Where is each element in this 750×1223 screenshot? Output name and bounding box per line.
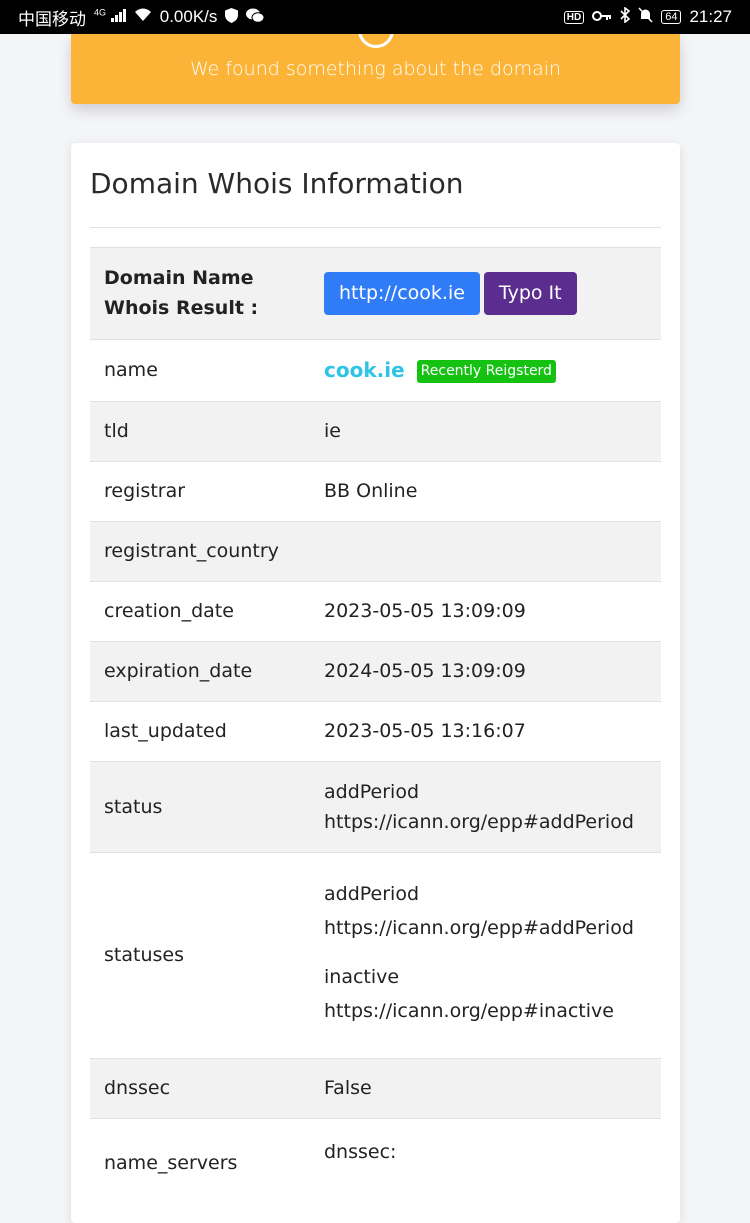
domain-name: cook.ie xyxy=(324,358,405,383)
table-row: registrar BB Online xyxy=(90,461,661,522)
row-key: name xyxy=(90,339,310,402)
whois-card: Domain Whois Information Domain Name Who… xyxy=(71,143,680,1223)
status-name: addPeriod xyxy=(324,883,420,906)
row-key: tld xyxy=(90,401,310,462)
banner-message: We found something about the domain xyxy=(189,58,562,80)
row-key: creation_date xyxy=(90,581,310,642)
row-value: 2024-05-05 13:09:09 xyxy=(310,641,661,702)
card-title: Domain Whois Information xyxy=(90,167,464,200)
row-key: last_updated xyxy=(90,701,310,762)
table-row: last_updated 2023-05-05 13:16:07 xyxy=(90,701,661,762)
row-value: dnssec: xyxy=(310,1118,661,1201)
row-value: 2023-05-05 13:16:07 xyxy=(310,701,661,762)
result-label: Domain Name Whois Result : xyxy=(104,267,259,319)
table-row: name cook.ie Recently Reigsterd xyxy=(90,339,661,402)
table-row: dnssec False xyxy=(90,1058,661,1119)
row-key: expiration_date xyxy=(90,641,310,702)
status-bar: 中国移动 4G 0.00K/s HD 64 21:27 xyxy=(0,0,750,34)
typo-it-button[interactable]: Typo It xyxy=(483,272,577,315)
table-row: registrant_country xyxy=(90,521,661,582)
clock: 21:27 xyxy=(689,7,732,26)
carrier-label: 中国移动 xyxy=(18,9,86,29)
row-value: cook.ie Recently Reigsterd xyxy=(310,339,661,402)
battery-icon: 64 xyxy=(661,10,682,24)
shield-icon xyxy=(225,7,239,27)
row-key: dnssec xyxy=(90,1058,310,1119)
table-row: tld ie xyxy=(90,401,661,462)
table-row: Domain Name Whois Result : http://cook.i… xyxy=(90,247,661,340)
row-value: addPeriod https://icann.org/epp#addPerio… xyxy=(310,852,661,1059)
alert-icon xyxy=(357,34,394,48)
table-row: statuses addPeriod https://icann.org/epp… xyxy=(90,852,661,1059)
status-badge: Recently Reigsterd xyxy=(416,360,556,383)
table-row: name_servers dnssec: xyxy=(90,1118,661,1201)
row-value: BB Online xyxy=(310,461,661,522)
status-link: https://icann.org/epp#inactive xyxy=(324,999,614,1022)
row-value: http://cook.ie Typo It xyxy=(310,247,661,340)
wifi-icon xyxy=(134,8,152,26)
status-name: addPeriod xyxy=(324,780,420,803)
signal-icon: 4G xyxy=(94,7,126,27)
row-key: status xyxy=(90,761,310,853)
status-item: addPeriod https://icann.org/epp#addPerio… xyxy=(324,877,647,945)
status-link: https://icann.org/epp#addPeriod xyxy=(324,917,634,940)
row-key: registrant_country xyxy=(90,521,310,582)
alert-banner: We found something about the domain xyxy=(71,34,680,104)
row-value: addPeriod https://icann.org/epp#addPerio… xyxy=(310,761,661,853)
table-row: status addPeriod https://icann.org/epp#a… xyxy=(90,761,661,853)
hd-icon: HD xyxy=(563,10,585,24)
row-value xyxy=(310,521,661,582)
row-value: ie xyxy=(310,401,661,462)
row-key: name_servers xyxy=(90,1118,310,1201)
row-key: Domain Name Whois Result : xyxy=(90,247,310,340)
status-name: inactive xyxy=(324,965,400,988)
row-value: False xyxy=(310,1058,661,1119)
row-key: statuses xyxy=(90,852,310,1059)
row-value: 2023-05-05 13:09:09 xyxy=(310,581,661,642)
wechat-icon xyxy=(246,8,265,27)
divider xyxy=(90,227,661,228)
network-speed: 0.00K/s xyxy=(159,7,218,26)
battery-level: 64 xyxy=(665,11,678,23)
table-row: creation_date 2023-05-05 13:09:09 xyxy=(90,581,661,642)
row-key: registrar xyxy=(90,461,310,522)
domain-url-button[interactable]: http://cook.ie xyxy=(324,272,480,315)
whois-table: Domain Name Whois Result : http://cook.i… xyxy=(90,247,661,1201)
bluetooth-icon xyxy=(620,6,631,27)
network-type: 4G xyxy=(94,7,107,18)
status-link: https://icann.org/epp#addPeriod xyxy=(324,811,634,833)
key-icon xyxy=(592,9,612,26)
mute-bell-icon xyxy=(638,7,653,27)
table-row: expiration_date 2024-05-05 13:09:09 xyxy=(90,641,661,702)
status-item: inactive https://icann.org/epp#inactive xyxy=(324,960,647,1028)
